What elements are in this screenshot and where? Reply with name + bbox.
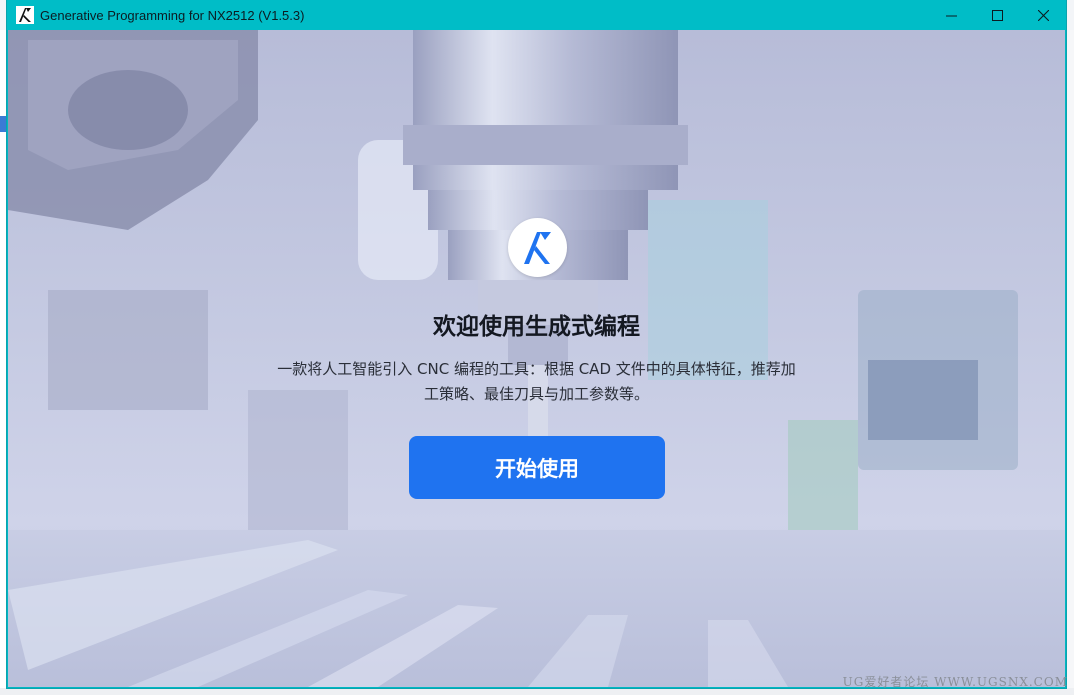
nx-logo-icon (16, 6, 34, 24)
close-icon (1037, 9, 1049, 21)
close-button[interactable] (1020, 0, 1066, 30)
welcome-description: 一款将人工智能引入 CNC 编程的工具：根据 CAD 文件中的具体特征，推荐加工… (277, 360, 796, 403)
title-bar[interactable]: Generative Programming for NX2512 (V1.5.… (7, 0, 1066, 30)
welcome-title: 欢迎使用生成式编程 (433, 314, 640, 340)
generative-programming-logo-icon (523, 231, 551, 264)
watermark: UG爱好者论坛 WWW.UGSNX.COM (842, 675, 1068, 689)
background-right-panel (1065, 30, 1074, 695)
maximize-button[interactable] (974, 0, 1020, 30)
maximize-icon (991, 9, 1003, 21)
app-window: Generative Programming for NX2512 (V1.5.… (7, 0, 1066, 688)
welcome-screen: 欢迎使用生成式编程 一款将人工智能引入 CNC 编程的工具：根据 CAD 文件中… (8, 30, 1065, 687)
minimize-icon (945, 15, 957, 16)
window-controls (928, 0, 1066, 30)
minimize-button[interactable] (928, 0, 974, 30)
start-button[interactable]: 开始使用 (409, 436, 665, 499)
window-title: Generative Programming for NX2512 (V1.5.… (40, 7, 305, 23)
welcome-panel: 欢迎使用生成式编程 一款将人工智能引入 CNC 编程的工具：根据 CAD 文件中… (8, 30, 1065, 687)
app-logo (508, 218, 567, 277)
